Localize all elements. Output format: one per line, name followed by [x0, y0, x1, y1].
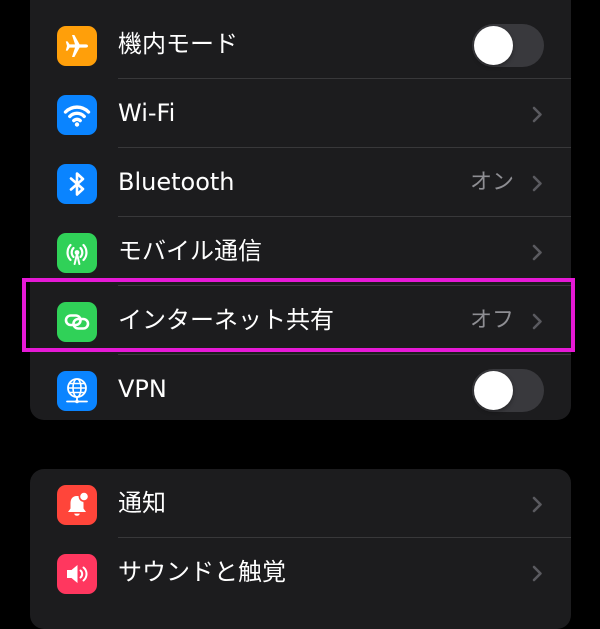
- sounds-haptics-label: サウンドと触覚: [118, 558, 286, 586]
- bluetooth-icon-tile: [57, 164, 97, 204]
- bluetooth-label: Bluetooth: [118, 168, 235, 196]
- chevron-right-icon: [532, 496, 542, 513]
- antenna-icon: [66, 243, 88, 265]
- chevron-right-icon: [532, 244, 542, 261]
- row-bluetooth[interactable]: Bluetooth オン: [30, 148, 571, 217]
- personal-hotspot-status-value: オフ: [469, 308, 514, 333]
- row-personal-hotspot[interactable]: インターネット共有 オフ: [30, 286, 571, 355]
- globe-network-icon: [66, 378, 88, 404]
- chevron-right-icon: [532, 175, 542, 192]
- toggle-knob: [474, 371, 513, 410]
- vpn-toggle[interactable]: [472, 369, 544, 412]
- bell-badge-icon: [68, 491, 90, 516]
- cellular-label: モバイル通信: [118, 237, 262, 265]
- link-icon-tile: [57, 302, 97, 342]
- speaker-icon-tile: [57, 554, 97, 594]
- personal-hotspot-label: インターネット共有: [118, 306, 334, 334]
- row-notifications[interactable]: 通知: [30, 469, 571, 538]
- vpn-label: VPN: [118, 375, 167, 403]
- toggle-knob: [474, 26, 513, 65]
- chevron-right-icon: [532, 106, 542, 123]
- wifi-label: Wi-Fi: [118, 99, 176, 127]
- row-vpn[interactable]: VPN: [30, 355, 571, 420]
- airplane-icon: [65, 35, 88, 57]
- chevron-right-icon: [532, 313, 542, 330]
- wifi-icon-tile: [57, 95, 97, 135]
- antenna-icon-tile: [57, 233, 97, 273]
- airplane-mode-label: 機内モード: [118, 30, 238, 58]
- settings-group-notifications: 通知 サウンドと触覚: [30, 469, 571, 629]
- bluetooth-status-value: オン: [469, 170, 514, 195]
- settings-group-connectivity: 機内モード Wi-Fi Bluetooth オン モバイル通信 インターネット共…: [30, 0, 571, 420]
- row-wifi[interactable]: Wi-Fi: [30, 79, 571, 148]
- link-icon: [64, 314, 90, 330]
- airplane-icon-tile: [57, 26, 97, 66]
- bluetooth-icon: [69, 172, 85, 196]
- wifi-icon: [63, 105, 91, 127]
- chevron-right-icon: [532, 565, 542, 582]
- globe-network-icon-tile: [57, 371, 97, 411]
- notifications-label: 通知: [118, 489, 166, 517]
- speaker-icon: [67, 565, 88, 583]
- airplane-mode-toggle[interactable]: [472, 24, 544, 67]
- row-airplane-mode[interactable]: 機内モード: [30, 10, 571, 79]
- row-sounds-haptics[interactable]: サウンドと触覚: [30, 538, 571, 607]
- bell-badge-icon-tile: [57, 485, 97, 525]
- row-cellular[interactable]: モバイル通信: [30, 217, 571, 286]
